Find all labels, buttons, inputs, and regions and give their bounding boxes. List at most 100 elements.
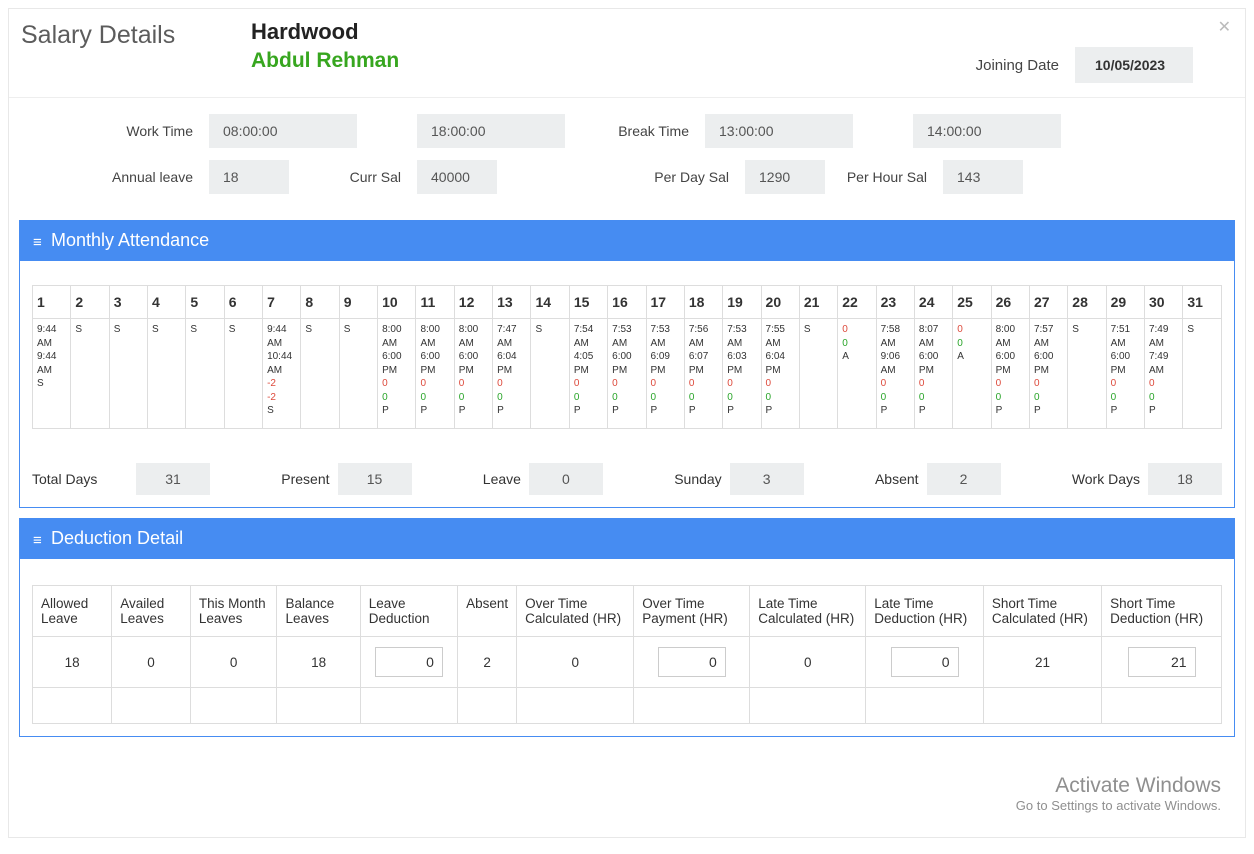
day-header-27: 27 [1029,286,1067,319]
day-header-15: 15 [569,286,607,319]
close-icon[interactable]: ✕ [1218,17,1231,37]
day-cell-25: 00A [953,319,991,429]
day-header-19: 19 [723,286,761,319]
day-header-5: 5 [186,286,224,319]
break-time-label: Break Time [565,123,705,139]
day-cell-30: 7:49 AM7:49 AM00P [1144,319,1182,429]
day-cell-11: 8:00 AM6:00 PM00P [416,319,454,429]
day-cell-7: 9:44 AM10:44 AM-2-2S [263,319,301,429]
day-header-13: 13 [493,286,531,319]
col-overtime-pay: Over Time Payment (HR) [634,586,750,637]
leave-deduction-input[interactable] [375,647,443,677]
day-cell-5: S [186,319,224,429]
leave-value: 0 [529,463,603,495]
day-header-9: 9 [339,286,377,319]
break-start-value: 13:00:00 [705,114,853,148]
val-late-calc: 0 [750,637,866,688]
day-cell-13: 7:47 AM6:04 PM00P [493,319,531,429]
day-cell-12: 8:00 AM6:00 PM00P [454,319,492,429]
col-late-calc: Late Time Calculated (HR) [750,586,866,637]
day-header-28: 28 [1068,286,1106,319]
day-cell-28: S [1068,319,1106,429]
sunday-value: 3 [730,463,804,495]
day-cell-22: 00A [838,319,876,429]
sunday-label: Sunday [674,471,721,487]
per-hour-value: 143 [943,160,1023,194]
day-header-26: 26 [991,286,1029,319]
day-cell-27: 7:57 AM6:00 PM00P [1029,319,1067,429]
col-overtime-calc: Over Time Calculated (HR) [517,586,634,637]
day-cell-29: 7:51 AM6:00 PM00P [1106,319,1144,429]
day-header-18: 18 [684,286,722,319]
present-label: Present [281,471,329,487]
val-availed-leaves: 0 [112,637,191,688]
col-late-ded: Late Time Deduction (HR) [866,586,984,637]
list-icon [33,529,45,550]
day-header-25: 25 [953,286,991,319]
page-title: Salary Details [21,19,251,50]
day-header-16: 16 [608,286,646,319]
day-header-23: 23 [876,286,914,319]
work-days-value: 18 [1148,463,1222,495]
day-header-1: 1 [33,286,71,319]
day-cell-20: 7:55 AM6:04 PM00P [761,319,799,429]
per-hour-label: Per Hour Sal [825,169,943,185]
day-cell-19: 7:53 AM6:03 PM00P [723,319,761,429]
absent-value: 2 [927,463,1001,495]
day-header-31: 31 [1183,286,1222,319]
header: Salary Details Hardwood Abdul Rehman Joi… [9,9,1245,98]
val-absent: 2 [458,637,517,688]
day-cell-8: S [301,319,339,429]
col-short-calc: Short Time Calculated (HR) [983,586,1101,637]
work-time-label: Work Time [29,123,209,139]
day-header-7: 7 [263,286,301,319]
val-overtime-calc: 0 [517,637,634,688]
joining-date-value: 10/05/2023 [1075,47,1193,83]
day-cell-23: 7:58 AM9:06 AM00P [876,319,914,429]
day-header-4: 4 [148,286,186,319]
deduction-section-header: Deduction Detail [19,518,1235,559]
per-day-label: Per Day Sal [497,169,745,185]
val-balance-leaves: 18 [277,637,360,688]
day-cell-18: 7:56 AM6:07 PM00P [684,319,722,429]
day-header-3: 3 [109,286,147,319]
day-cell-21: S [799,319,837,429]
day-cell-1: 9:44 AM9:44 AMS [33,319,71,429]
work-days-label: Work Days [1072,471,1140,487]
per-day-value: 1290 [745,160,825,194]
break-end-value: 14:00:00 [913,114,1061,148]
day-cell-3: S [109,319,147,429]
day-cell-2: S [71,319,109,429]
col-absent: Absent [458,586,517,637]
day-cell-4: S [148,319,186,429]
val-allowed-leave: 18 [33,637,112,688]
windows-activation-watermark: Activate Windows Go to Settings to activ… [1016,774,1221,813]
curr-sal-value: 40000 [417,160,497,194]
col-short-ded: Short Time Deduction (HR) [1102,586,1222,637]
day-header-10: 10 [378,286,416,319]
employee-name: Abdul Rehman [251,49,976,73]
col-allowed-leave: Allowed Leave [33,586,112,637]
annual-leave-label: Annual leave [29,169,209,185]
absent-label: Absent [875,471,919,487]
day-cell-9: S [339,319,377,429]
day-header-22: 22 [838,286,876,319]
overtime-pay-input[interactable] [658,647,726,677]
col-availed-leaves: Availed Leaves [112,586,191,637]
day-header-30: 30 [1144,286,1182,319]
leave-label: Leave [483,471,521,487]
total-days-value: 31 [136,463,210,495]
company-name: Hardwood [251,19,976,45]
day-header-8: 8 [301,286,339,319]
work-end-value: 18:00:00 [417,114,565,148]
attendance-section-header: Monthly Attendance [19,220,1235,261]
total-days-label: Total Days [32,471,128,487]
day-cell-26: 8:00 AM6:00 PM00P [991,319,1029,429]
col-leave-deduction: Leave Deduction [360,586,457,637]
val-this-month-leaves: 0 [190,637,277,688]
short-ded-input[interactable] [1128,647,1196,677]
day-header-11: 11 [416,286,454,319]
late-ded-input[interactable] [891,647,959,677]
attendance-table: 1234567891011121314151617181920212223242… [32,285,1222,429]
day-cell-16: 7:53 AM6:00 PM00P [608,319,646,429]
